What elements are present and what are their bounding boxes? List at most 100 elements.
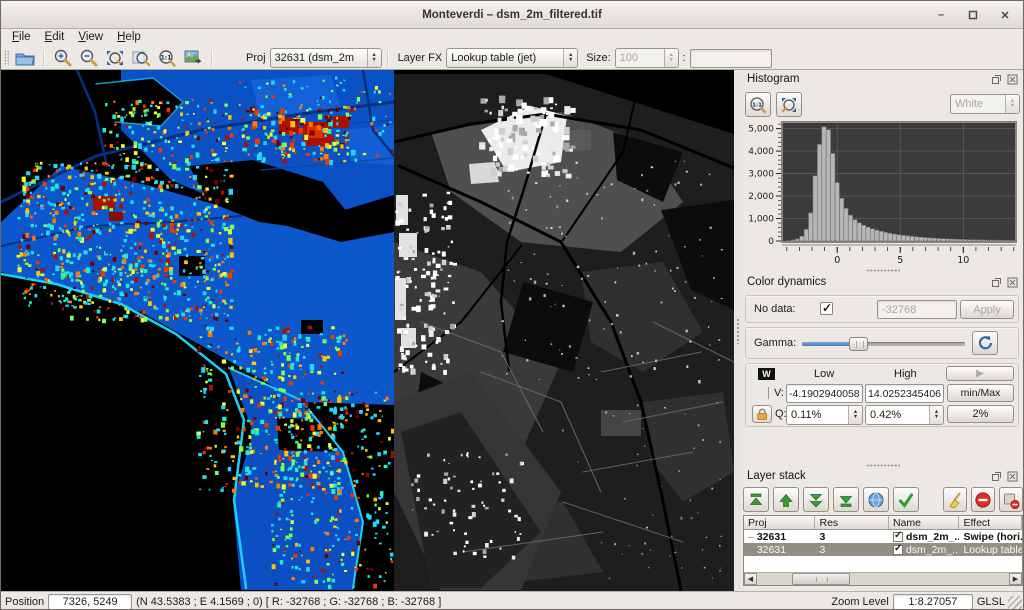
panel-close-button[interactable] [1006,276,1019,289]
menu-item-file[interactable]: File [5,29,38,47]
minimize-button[interactable]: – [933,7,949,23]
cell-proj: – 32631 [744,544,815,556]
size-label: Size: [586,52,610,64]
zoom-layer-extent-button[interactable] [128,47,154,69]
zoom-out-icon [78,48,100,68]
title-bar[interactable]: Monteverdi – dsm_2m_filtered.tif – ✕ [1,1,1023,29]
histogram-channel-value: White [951,98,1005,110]
layer-table-hscrollbar[interactable]: ◀ ▶ [744,572,1022,585]
panel-close-button[interactable] [1006,73,1019,86]
panel-close-button[interactable] [1006,470,1019,483]
column-header-proj[interactable]: Proj [744,516,815,530]
color-dynamics-titlebar: Color dynamics [741,273,1024,291]
quantile-low-spinbox[interactable]: 0.11% ▲▼ [786,405,863,425]
two-percent-button[interactable]: 2% [947,405,1014,423]
layer-move-top-button[interactable] [743,487,769,512]
float-icon [991,471,1002,482]
remove-icon [974,491,992,509]
menu-item-help[interactable]: Help [110,29,148,47]
no-data-field[interactable]: -32768 [877,300,957,319]
slider-fill [802,342,852,346]
scroll-left-arrow-icon[interactable]: ◀ [744,573,757,585]
splitter-handle-icon [736,318,740,344]
quantile-high-spinbox[interactable]: 0.42% ▲▼ [865,405,944,425]
histogram-panel-titlebar: Histogram [741,70,1024,88]
move-to-top-icon [747,491,765,509]
scroll-right-arrow-icon[interactable]: ▶ [1009,573,1022,585]
open-file-button[interactable] [12,47,38,69]
column-header-res[interactable]: Res [815,516,888,530]
layer-move-up-button[interactable] [773,487,799,512]
gamma-slider[interactable] [802,337,965,351]
cell-res: 3 [815,544,888,556]
cell-proj: – 32631 [744,531,815,543]
remove-layer-button[interactable] [971,487,995,512]
histogram-chart[interactable]: 01,0002,0003,0004,0005,0000510 [742,120,1024,266]
svg-text:4,000: 4,000 [748,147,774,157]
panel-float-button[interactable] [990,470,1003,483]
layer-reproject-button[interactable] [863,487,889,512]
size-spinbox[interactable]: 100 ▲▼ [615,48,679,68]
zoom-full-extent-button[interactable] [102,47,128,69]
quantile-low: 0.11% [787,409,848,421]
color-dynamics-title: Color dynamics [747,276,826,288]
size-colon: : [683,52,686,64]
remove-all-layers-button[interactable] [999,487,1023,512]
maximize-button[interactable] [965,7,981,23]
effect-param-field[interactable] [690,49,772,68]
no-data-label: No data: [754,303,796,315]
proj-combobox[interactable]: 32631 (dsm_2m ▲▼ [270,48,382,68]
menu-item-view[interactable]: View [71,29,110,47]
float-icon [991,277,1002,288]
slider-handle[interactable] [849,337,868,351]
dock-splitter[interactable] [734,70,741,591]
proj-label: Proj [246,52,266,64]
layer-visibility-checkbox[interactable] [893,532,903,542]
no-data-checkbox[interactable] [820,302,833,315]
svg-text:0: 0 [834,255,840,266]
globe-icon [867,491,885,509]
layer-visibility-checkbox[interactable] [893,545,903,555]
layer-table[interactable]: ProjResNameEffect – 326313dsm_2m_...Swip… [743,515,1023,586]
gamma-reset-button[interactable] [972,331,998,355]
layerfx-combobox[interactable]: Lookup table (jet) ▲▼ [446,48,578,68]
svg-text:0: 0 [768,237,774,247]
apply-button[interactable]: Apply [960,300,1014,319]
close-icon [1007,277,1018,288]
resize-grip[interactable] [1008,596,1022,610]
zoom-in-button[interactable] [50,47,76,69]
zoom-one-to-one-button[interactable]: 1:1 [154,47,180,69]
panel-float-button[interactable] [990,276,1003,289]
quantile-lock-button[interactable] [752,405,772,423]
zoom-level-field[interactable]: 1:8.27057 [893,594,973,610]
table-row[interactable]: – 326313dsm_2m_...Swipe (hori. [744,530,1022,543]
layer-move-bottom-button[interactable] [833,487,859,512]
value-high-field[interactable]: 14.0252345406 [865,384,944,403]
clear-effects-button[interactable] [943,487,967,512]
histogram-zoom-1to1-button[interactable]: 1:1 [745,92,771,117]
svg-text:3,000: 3,000 [748,170,774,180]
maximize-icon [968,10,978,20]
panel-float-button[interactable] [990,73,1003,86]
toolbar-handle[interactable] [4,50,9,66]
layer-apply-all-button[interactable] [893,487,919,512]
position-value: 7326, 5249 [63,596,118,608]
histogram-zoom-extent-button[interactable] [776,92,802,117]
min-max-label: min/Max [961,387,1001,399]
image-view[interactable] [1,70,734,591]
zoom-out-button[interactable] [76,47,102,69]
layer-move-down-button[interactable] [803,487,829,512]
value-low-field[interactable]: -4.19029400586 [786,384,863,403]
column-header-name[interactable]: Name [889,516,959,530]
play-button[interactable] [946,366,1014,381]
histogram-channel-combobox[interactable]: White ▲▼ [950,94,1020,114]
table-row[interactable]: – 326313dsm_2m_...Lookup table. [744,543,1022,556]
coords-text: (N 43.5383 ; E 4.1569 ; 0) [ R: -32768 ;… [136,596,441,608]
export-screenshot-button[interactable] [180,47,206,69]
scrollbar-thumb[interactable] [792,573,850,585]
column-header-effect[interactable]: Effect [959,516,1022,530]
position-field[interactable]: 7326, 5249 [48,594,132,610]
close-button[interactable]: ✕ [997,7,1013,23]
menu-item-edit[interactable]: Edit [38,29,72,47]
min-max-button[interactable]: min/Max [947,384,1014,402]
